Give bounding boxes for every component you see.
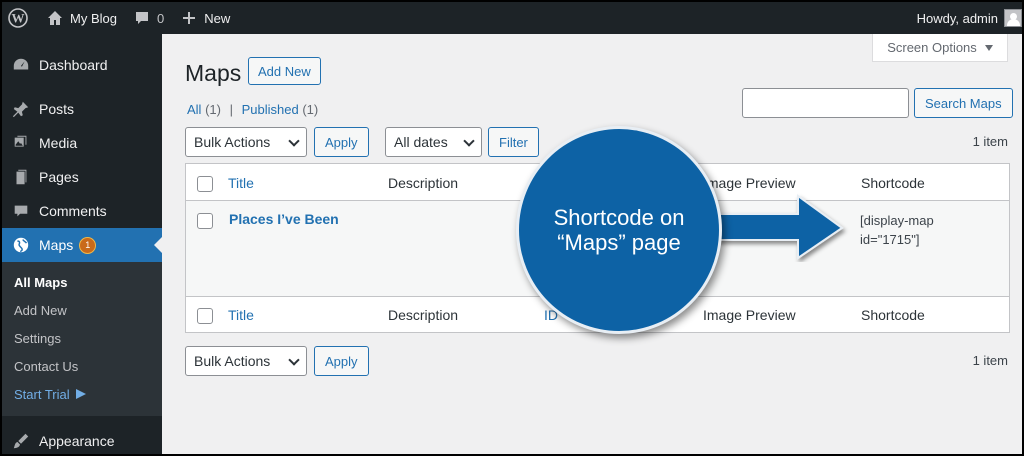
shortcode-line-1: [display-map	[860, 213, 934, 228]
dates-select[interactable]: All dates	[385, 127, 482, 157]
start-trial-label: Start Trial	[14, 386, 70, 402]
site-name-link[interactable]: My Blog	[38, 2, 125, 34]
dates-value: All dates	[394, 134, 448, 150]
sidebar-item-label: Appearance	[39, 433, 115, 449]
site-name: My Blog	[70, 10, 117, 26]
callout-text: Shortcode on “Maps” page	[553, 205, 685, 255]
arrow-right-icon	[75, 389, 86, 399]
sidebar-item-comments[interactable]: Comments	[2, 194, 162, 228]
bulk-actions-value-bottom: Bulk Actions	[194, 353, 271, 369]
svg-text:W: W	[12, 11, 25, 26]
sidebar-item-label: Media	[39, 135, 78, 151]
plus-icon	[183, 12, 196, 24]
chevron-down-icon	[463, 135, 475, 147]
pages-icon	[11, 167, 31, 187]
shortcode-callout: Shortcode on “Maps” page	[516, 126, 722, 334]
select-all-checkbox[interactable]	[197, 176, 213, 192]
paintbrush-icon	[11, 431, 31, 451]
sidebar-item-label: Posts	[39, 101, 75, 117]
filter-all-link[interactable]: All (1)	[187, 102, 221, 117]
sidebar-item-label: Dashboard	[39, 57, 108, 73]
caret-down-icon	[984, 44, 993, 51]
media-icon	[11, 133, 31, 153]
chevron-down-icon	[288, 354, 300, 366]
apply-button-bottom[interactable]: Apply	[314, 346, 369, 376]
new-content-link[interactable]: New	[172, 2, 238, 34]
screen-options-label: Screen Options	[887, 40, 977, 55]
submenu-settings[interactable]: Settings	[2, 324, 162, 352]
filter-all-count: (1)	[205, 102, 221, 117]
select-all-checkbox-footer[interactable]	[197, 308, 213, 324]
screenshot-frame: W My Blog 0 New Howdy, admin Dashboard P…	[2, 2, 1022, 454]
admin-bar: W My Blog 0 New Howdy, admin	[2, 2, 1022, 34]
screen-options-button[interactable]: Screen Options	[872, 34, 1008, 62]
row-title-link[interactable]: Places I’ve Been	[229, 211, 339, 227]
sidebar-item-label: Comments	[39, 203, 107, 219]
apply-button-top[interactable]: Apply	[314, 127, 369, 157]
status-filter-links: All (1) | Published (1)	[187, 102, 318, 117]
column-image-preview: Image Preview	[703, 175, 796, 191]
my-account-link[interactable]: Howdy, admin	[909, 2, 1022, 34]
filter-published-count: (1)	[302, 102, 319, 117]
sidebar-item-label: Maps	[39, 237, 74, 253]
sidebar-item-label: Pages	[39, 169, 79, 185]
submenu-all-maps[interactable]: All Maps	[2, 268, 162, 296]
row-shortcode: [display-map id="1715"]	[860, 211, 980, 249]
column-title[interactable]: Title	[228, 175, 254, 191]
howdy-text: Howdy, admin	[916, 10, 998, 26]
bulk-actions-select-bottom[interactable]: Bulk Actions	[185, 346, 307, 376]
bulk-actions-select[interactable]: Bulk Actions	[185, 127, 307, 157]
filter-button[interactable]: Filter	[488, 127, 539, 157]
comment-bubble-icon	[135, 12, 148, 24]
bulk-actions-value: Bulk Actions	[194, 134, 271, 150]
pin-icon	[11, 99, 31, 119]
footer-column-image-preview: Image Preview	[703, 307, 796, 323]
maps-submenu: All Maps Add New Settings Contact Us Sta…	[2, 262, 162, 416]
footer-column-description: Description	[388, 307, 459, 323]
maps-notification-badge: 1	[79, 236, 97, 254]
admin-sidebar: Dashboard Posts Media Pages Comments Map…	[2, 34, 162, 454]
wordpress-logo-icon[interactable]: W	[2, 2, 38, 34]
column-description: Description	[388, 175, 459, 191]
filter-separator: |	[229, 102, 233, 117]
sidebar-item-posts[interactable]: Posts	[2, 92, 162, 126]
sidebar-item-media[interactable]: Media	[2, 126, 162, 160]
comment-icon	[11, 201, 31, 221]
filter-all-label: All	[187, 102, 202, 117]
add-new-button[interactable]: Add New	[248, 57, 321, 85]
item-count-bottom: 1 item	[972, 353, 1008, 368]
avatar	[1004, 9, 1022, 27]
chevron-down-icon	[288, 135, 300, 147]
submenu-contact-us[interactable]: Contact Us	[2, 352, 162, 380]
sidebar-item-maps[interactable]: Maps 1	[2, 228, 162, 262]
search-maps-button[interactable]: Search Maps	[914, 88, 1013, 118]
sidebar-item-pages[interactable]: Pages	[2, 160, 162, 194]
globe-icon	[11, 235, 31, 255]
filter-published-link[interactable]: Published (1)	[242, 102, 319, 117]
column-shortcode: Shortcode	[861, 175, 925, 191]
footer-column-shortcode: Shortcode	[861, 307, 925, 323]
new-label: New	[204, 10, 231, 26]
footer-column-title[interactable]: Title	[228, 307, 254, 323]
filter-published-label: Published	[241, 102, 299, 117]
submenu-start-trial[interactable]: Start Trial	[2, 380, 162, 408]
home-icon	[48, 11, 62, 25]
comments-count: 0	[156, 10, 165, 26]
item-count-top: 1 item	[972, 134, 1008, 149]
page-title: Maps	[185, 60, 242, 86]
search-input[interactable]	[742, 88, 909, 118]
row-checkbox[interactable]	[197, 213, 213, 229]
shortcode-line-2: id="1715"]	[860, 232, 920, 247]
submenu-add-new[interactable]: Add New	[2, 296, 162, 324]
sidebar-item-appearance[interactable]: Appearance	[2, 424, 162, 454]
sidebar-item-dashboard[interactable]: Dashboard	[2, 48, 162, 82]
comments-link[interactable]: 0	[125, 2, 172, 34]
dashboard-icon	[11, 55, 31, 75]
